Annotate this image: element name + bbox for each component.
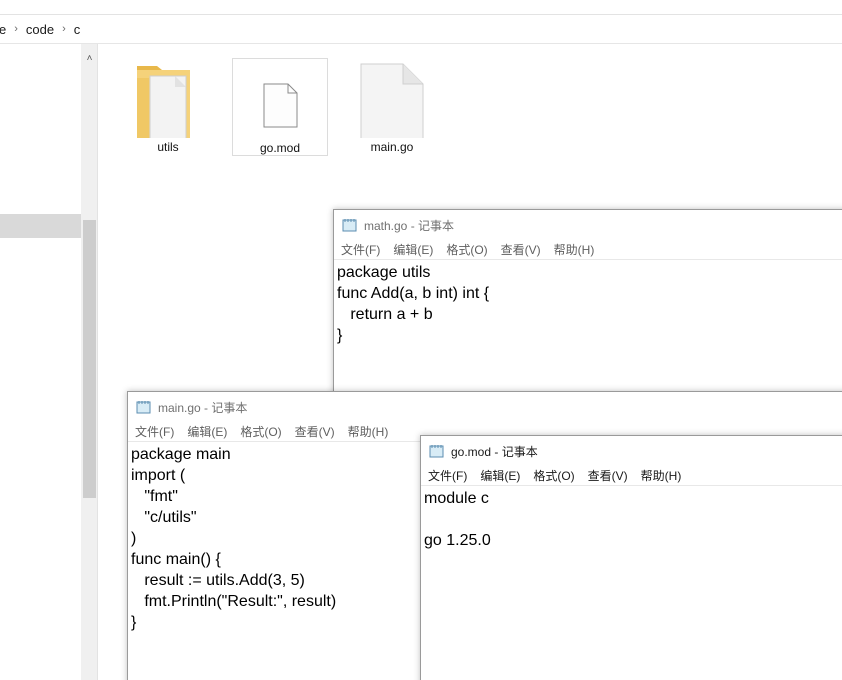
file-icon (344, 58, 440, 147)
menu-edit[interactable]: 编辑(E) (480, 467, 520, 484)
menu-bar: 文件(F) 编辑(E) 格式(O) 查看(V) 帮助(H) (421, 466, 842, 486)
file-icon (232, 59, 328, 139)
breadcrumb-item[interactable]: code (26, 22, 54, 37)
scroll-up-icon[interactable]: ˄ (81, 50, 98, 66)
notepad-window-math[interactable]: math.go - 记事本 文件(F) 编辑(E) 格式(O) 查看(V) 帮助… (333, 209, 842, 409)
notepad-icon (136, 401, 151, 414)
breadcrumb-item[interactable]: e (0, 22, 6, 37)
scroll-thumb[interactable] (83, 220, 96, 498)
menu-format[interactable]: 格式(O) (240, 423, 281, 440)
menu-file[interactable]: 文件(F) (428, 467, 467, 484)
chevron-right-icon: › (14, 23, 18, 35)
window-top-strip (0, 0, 842, 15)
menu-view[interactable]: 查看(V) (295, 423, 335, 440)
notepad-icon (342, 219, 357, 232)
menu-edit[interactable]: 编辑(E) (393, 241, 433, 258)
menu-format[interactable]: 格式(O) (533, 467, 574, 484)
text-editor[interactable]: module c go 1.25.0 (421, 486, 842, 551)
file-name: utils (157, 140, 179, 154)
nav-item-selected[interactable] (0, 214, 81, 238)
breadcrumb[interactable]: e › code › c (0, 15, 842, 44)
menu-help[interactable]: 帮助(H) (641, 467, 682, 484)
text-editor[interactable]: package utils func Add(a, b int) int { r… (334, 260, 842, 346)
menu-bar: 文件(F) 编辑(E) 格式(O) 查看(V) 帮助(H) (334, 240, 842, 260)
navigation-pane (0, 44, 82, 680)
file-item-utils[interactable]: utils (120, 58, 216, 156)
title-bar[interactable]: math.go - 记事本 (334, 210, 842, 240)
title-bar[interactable]: main.go - 记事本 (128, 392, 842, 422)
breadcrumb-item[interactable]: c (74, 22, 81, 37)
chevron-right-icon: › (62, 23, 66, 35)
vertical-scrollbar[interactable]: ˄ (81, 44, 98, 680)
window-title: main.go - 记事本 (158, 400, 248, 415)
menu-view[interactable]: 查看(V) (588, 467, 628, 484)
folder-icon (120, 58, 216, 146)
file-item-go-mod[interactable]: go.mod (232, 58, 328, 156)
file-name: main.go (370, 140, 414, 154)
window-title: math.go - 记事本 (364, 218, 455, 233)
menu-format[interactable]: 格式(O) (446, 241, 487, 258)
menu-edit[interactable]: 编辑(E) (187, 423, 227, 440)
notepad-window-gomod[interactable]: go.mod - 记事本 文件(F) 编辑(E) 格式(O) 查看(V) 帮助(… (420, 435, 842, 680)
menu-view[interactable]: 查看(V) (501, 241, 541, 258)
window-title: go.mod - 记事本 (451, 444, 538, 459)
menu-help[interactable]: 帮助(H) (348, 423, 389, 440)
menu-help[interactable]: 帮助(H) (554, 241, 595, 258)
menu-file[interactable]: 文件(F) (135, 423, 174, 440)
title-bar[interactable]: go.mod - 记事本 (421, 436, 842, 466)
notepad-icon (429, 445, 444, 458)
menu-file[interactable]: 文件(F) (341, 241, 380, 258)
file-item-main-go[interactable]: main.go (344, 58, 440, 156)
file-name: go.mod (259, 141, 301, 155)
